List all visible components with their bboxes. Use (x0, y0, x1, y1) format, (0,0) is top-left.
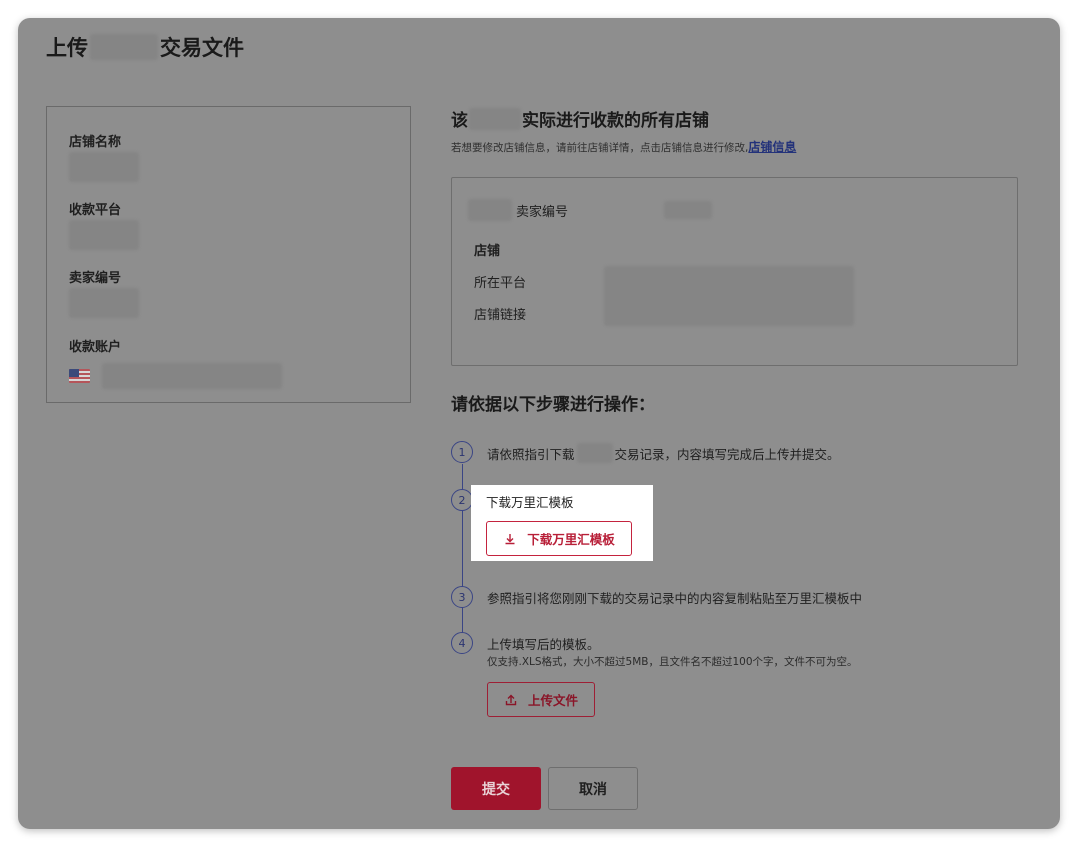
step-2-text: 下载万里汇模板 (486, 495, 574, 510)
download-template-button[interactable]: 下载万里汇模板 (486, 521, 632, 556)
store-edit-hint: 若想要修改店铺信息，请前往店铺详情，点击店铺信息进行修改,店铺信息 (451, 138, 796, 155)
step-number-4: 4 (451, 632, 473, 654)
submit-button[interactable]: 提交 (451, 767, 541, 810)
step-1-suffix: 交易记录，内容填写完成后上传并提交。 (614, 446, 840, 462)
store-card: 卖家编号 店铺 所在平台 店铺链接 (451, 177, 1018, 366)
seller-id-label: 卖家编号 (69, 271, 122, 286)
seller-row: 卖家编号 (468, 199, 713, 221)
redacted-platform-name (576, 443, 613, 463)
store-seller-label: 卖家编号 (516, 204, 569, 220)
store-info-link[interactable]: 店铺信息 (748, 140, 796, 154)
store-name-field: 店铺名称 (69, 131, 139, 182)
redacted-account (102, 363, 282, 389)
step-number-1: 1 (451, 441, 473, 463)
store-name-label: 店铺名称 (69, 135, 122, 150)
redacted-seller-prefix (468, 199, 512, 221)
redacted-seller-value (664, 201, 713, 219)
redacted-seller-id (69, 288, 139, 318)
step-number-3: 3 (451, 586, 473, 608)
upload-dialog: 上传 交易文件 店铺名称 收款平台 卖家编号 收款账户 该 实际进行收款的所有店… (18, 18, 1060, 829)
upload-file-label: 上传文件 (527, 693, 578, 708)
redacted-store-name (69, 152, 139, 182)
step-4-text: 上传填写后的模板。 (487, 637, 600, 652)
platform-label: 收款平台 (69, 203, 122, 218)
download-icon (505, 533, 515, 544)
upload-icon (505, 694, 517, 705)
account-label: 收款账户 (69, 340, 122, 355)
store-label: 店铺 (474, 244, 501, 259)
step-number-2: 2 (451, 489, 473, 511)
upload-requirements: 仅支持.XLS格式，大小不超过5MB，且文件名不超过100个字，文件不可为空。 (487, 656, 858, 668)
stores-title-suffix: 实际进行收款的所有店铺 (522, 111, 709, 131)
cancel-button[interactable]: 取消 (548, 767, 638, 810)
page-title-prefix: 上传 (46, 36, 88, 60)
redacted-store-details (604, 266, 854, 326)
hint-text: 若想要修改店铺信息，请前往店铺详情，点击店铺信息进行修改, (451, 142, 749, 154)
stores-title: 该 实际进行收款的所有店铺 (451, 106, 709, 131)
download-step-highlight: 下载万里汇模板 下载万里汇模板 (471, 485, 653, 561)
step-1-text: 请依照指引下载 交易记录，内容填写完成后上传并提交。 (487, 443, 840, 463)
store-link-label: 店铺链接 (474, 308, 527, 323)
step-3-text: 参照指引将您刚刚下载的交易记录中的内容复制粘贴至万里汇模板中 (487, 591, 863, 606)
store-platform-label: 所在平台 (474, 276, 527, 291)
step-1-prefix: 请依照指引下载 (487, 446, 575, 462)
platform-field: 收款平台 (69, 199, 139, 250)
steps-title: 请依据以下步骤进行操作： (451, 395, 655, 415)
download-template-label: 下载万里汇模板 (527, 532, 615, 547)
page-title: 上传 交易文件 (46, 32, 244, 62)
us-flag-icon (69, 369, 90, 383)
seller-id-field: 卖家编号 (69, 267, 139, 318)
account-field: 收款账户 (69, 336, 282, 389)
store-summary-card: 店铺名称 收款平台 卖家编号 收款账户 (46, 106, 411, 403)
redacted-bank-name (90, 34, 158, 60)
stores-title-prefix: 该 (451, 111, 468, 131)
page-title-suffix: 交易文件 (160, 36, 244, 60)
redacted-platform (69, 220, 139, 250)
upload-file-button[interactable]: 上传文件 (487, 682, 595, 717)
redacted-company (469, 107, 521, 130)
